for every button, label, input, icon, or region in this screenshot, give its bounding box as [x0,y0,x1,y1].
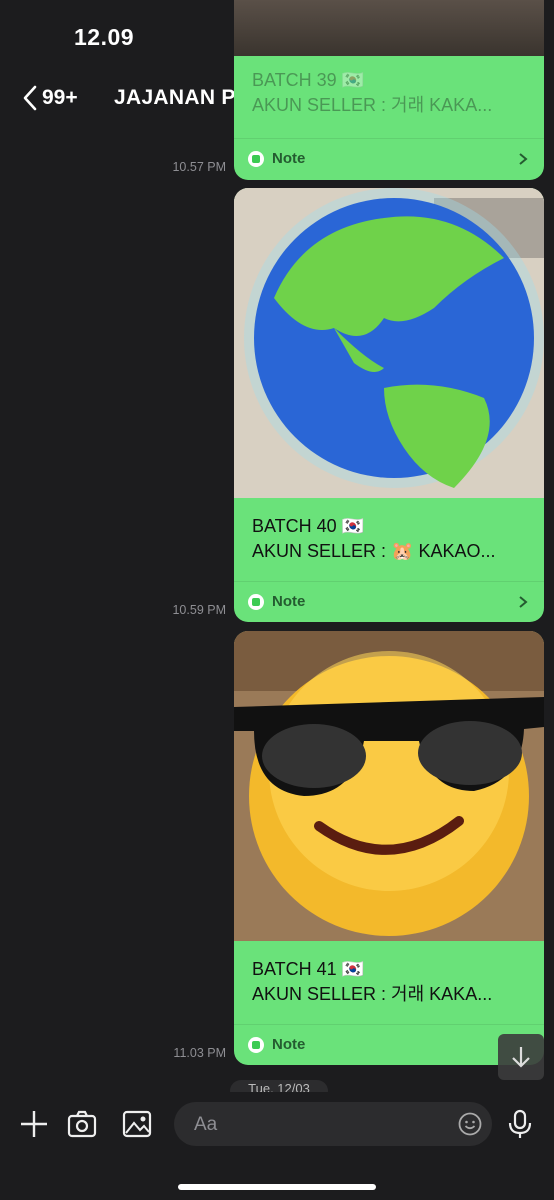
message-photo [234,0,544,56]
chevron-down-icon [512,1047,530,1068]
message-text: BATCH 41 🇰🇷 AKUN SELLER : 거래 KAKA... [252,957,492,1007]
message-text: BATCH 40 🇰🇷 AKUN SELLER : 🐹 KAKAO... [252,514,496,564]
note-label: Note [272,593,306,610]
emoji-icon[interactable] [458,1112,482,1136]
sunglasses-emoji-sticker [234,631,544,941]
note-icon [248,151,264,167]
message-photo [234,631,544,941]
note-label: Note [272,1036,306,1053]
message-text: BATCH 39 🇰🇷 AKUN SELLER : 거래 KAKA... [252,68,492,118]
message-photo [234,188,544,498]
message-bubble[interactable]: BATCH 40 🇰🇷 AKUN SELLER : 🐹 KAKAO... Not… [234,188,544,622]
note-link[interactable]: Note [234,581,544,622]
note-icon [248,594,264,610]
message-time: 10.57 PM [172,160,226,174]
note-label: Note [272,150,306,167]
message-line: BATCH 41 🇰🇷 [252,959,365,979]
message-input-container [174,1102,492,1148]
globe-sticker [234,188,544,498]
message-input[interactable] [192,1102,436,1148]
message-line: BATCH 39 🇰🇷 [252,70,365,90]
note-icon [248,1037,264,1053]
message-bubble[interactable]: BATCH 41 🇰🇷 AKUN SELLER : 거래 KAKA... Not… [234,631,544,1065]
camera-icon[interactable] [66,1108,98,1140]
message-line: AKUN SELLER : 거래 KAKA... [252,95,493,115]
chevron-right-icon [519,596,528,608]
back-button[interactable]: 99+ [20,84,78,112]
message-line: AKUN SELLER : 🐹 KAKAO... [252,541,496,561]
message-line: AKUN SELLER : 거래 KAKA... [252,984,493,1004]
note-link[interactable]: Note [234,138,544,179]
plus-icon[interactable] [18,1108,50,1140]
home-indicator [178,1184,376,1190]
message-time: 11.03 PM [173,1046,226,1060]
chevron-left-icon [23,85,37,111]
image-icon[interactable] [121,1108,153,1140]
status-time: 12.09 [74,24,135,50]
message-line: BATCH 40 🇰🇷 [252,516,365,536]
microphone-icon[interactable] [504,1108,536,1140]
chevron-right-icon [519,153,528,165]
message-time: 10.59 PM [172,603,226,617]
message-bubble[interactable]: BATCH 39 🇰🇷 AKUN SELLER : 거래 KAKA... Not… [234,0,544,180]
scroll-to-bottom-button[interactable] [498,1034,544,1080]
unread-count: 99+ [42,86,78,109]
